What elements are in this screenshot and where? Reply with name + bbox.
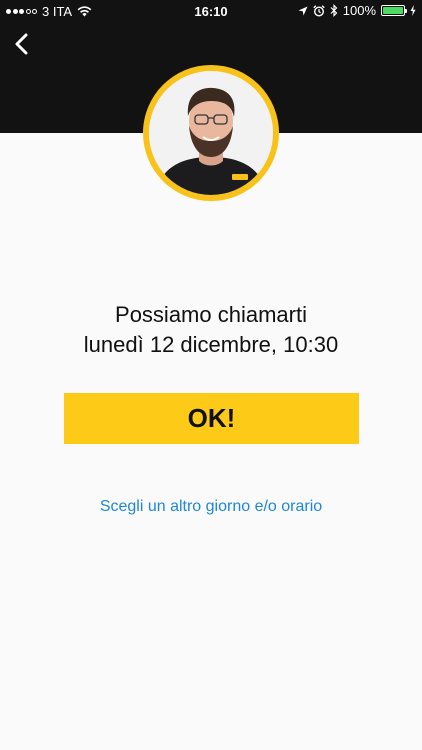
message-line1: Possiamo chiamarti — [115, 302, 307, 327]
battery-icon — [381, 5, 407, 16]
back-chevron-icon[interactable] — [8, 30, 36, 58]
call-message: Possiamo chiamarti lunedì 12 dicembre, 1… — [0, 300, 422, 360]
bluetooth-icon — [330, 4, 338, 17]
battery-level — [383, 7, 403, 14]
location-icon — [298, 6, 308, 15]
charging-icon — [410, 5, 416, 16]
status-right: 100% — [298, 3, 416, 18]
status-bar: 3 ITA 16:10 100% — [0, 0, 422, 22]
choose-another-time-link[interactable]: Scegli un altro giorno e/o orario — [0, 498, 422, 516]
screen: 3 ITA 16:10 100% Possiamo chiamarti lune… — [0, 0, 422, 750]
battery-percentage: 100% — [342, 3, 376, 18]
confirm-button[interactable]: OK! — [64, 393, 359, 444]
agent-photo — [149, 71, 273, 195]
alarm-icon — [313, 4, 325, 17]
message-line2: lunedì 12 dicembre, 10:30 — [83, 332, 339, 357]
avatar — [143, 65, 279, 201]
